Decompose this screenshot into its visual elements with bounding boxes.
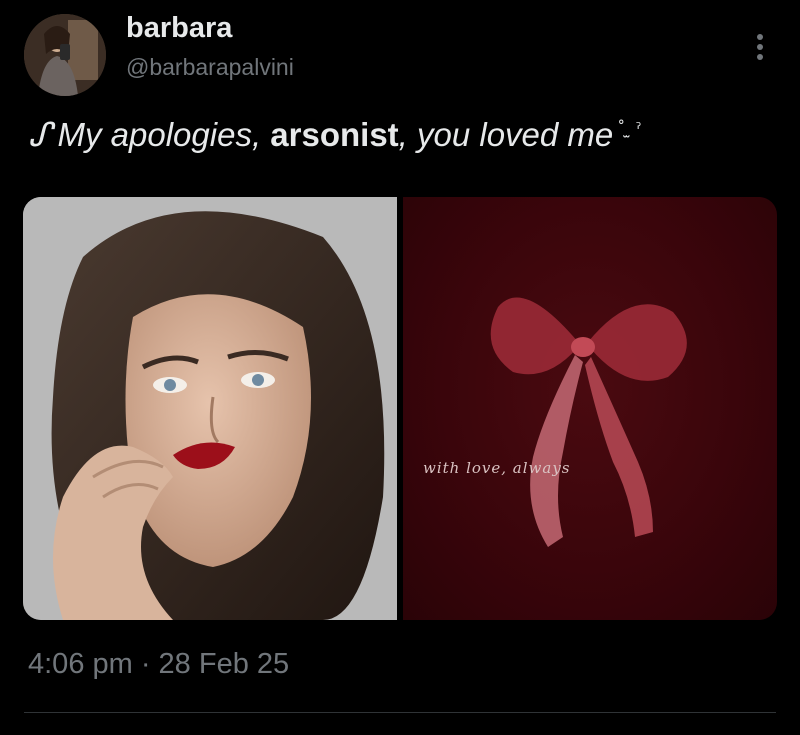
tweet-text-part2: , you loved me [398, 116, 614, 153]
media-grid: with love, always [23, 197, 777, 620]
media-photo-portrait[interactable] [23, 197, 397, 620]
display-name[interactable]: barbara [126, 12, 232, 45]
tweet-text: ᔑ My apologies, arsonist, you loved me ˚ ̫… [28, 115, 641, 154]
handle[interactable]: @barbarapalvini [126, 54, 294, 81]
tweet-text-prefix: ᔑ [28, 115, 52, 154]
timestamp[interactable]: 4:06 pm · 28 Feb 25 [28, 648, 289, 681]
avatar-image [24, 14, 106, 96]
more-vertical-icon [757, 34, 763, 60]
tweet-text-part1: My apologies, [57, 116, 271, 153]
tweet-text-bold: arsonist [270, 116, 399, 153]
portrait-image [23, 197, 397, 620]
avatar[interactable] [24, 14, 106, 96]
divider [24, 712, 776, 713]
bow-caption: with love, always [423, 459, 571, 477]
media-photo-bow[interactable]: with love, always [403, 197, 777, 620]
ribbon-bow-illustration [490, 297, 687, 547]
more-options-button[interactable] [748, 32, 772, 62]
tweet-text-suffix: ˚ ̫ ˀ [617, 119, 642, 138]
